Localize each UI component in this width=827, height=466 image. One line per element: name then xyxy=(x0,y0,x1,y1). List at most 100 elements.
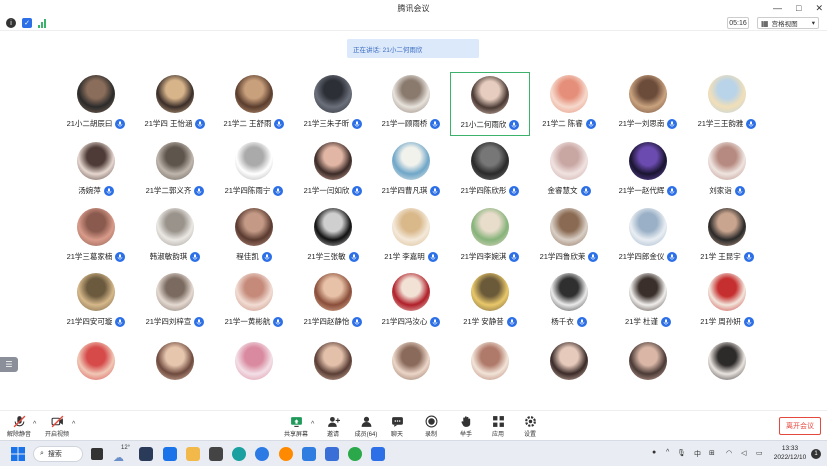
wifi-icon[interactable]: ◠ xyxy=(726,449,732,457)
participant-tile[interactable]: 21学四冯汝心 xyxy=(371,270,451,334)
task-view-icon[interactable] xyxy=(91,448,103,460)
participant-name-row: 刘家诣 xyxy=(687,185,767,196)
input-language[interactable]: 中 xyxy=(694,449,701,459)
invite-button[interactable]: 邀请 xyxy=(316,415,350,441)
music-icon[interactable] xyxy=(279,447,293,461)
meeting-app-icon[interactable] xyxy=(302,447,316,461)
participant-tile[interactable]: 21学 安静昔 xyxy=(450,270,530,334)
tencent-meeting-icon[interactable] xyxy=(371,447,385,461)
participant-tile[interactable] xyxy=(529,339,609,403)
leave-meeting-button[interactable]: 离开会议 xyxy=(779,417,821,435)
notification-badge[interactable]: 1 xyxy=(811,449,821,459)
browser-icon[interactable] xyxy=(255,447,269,461)
participant-tile[interactable]: 21学四曹凡琪 xyxy=(371,139,451,203)
settings-button[interactable]: 设置 xyxy=(513,415,547,441)
app-icon[interactable] xyxy=(325,447,339,461)
participant-name-row: 21学四曹凡琪 xyxy=(371,185,451,196)
chat-button[interactable]: 聊天 xyxy=(380,415,414,441)
volume-icon[interactable]: ◁ xyxy=(741,449,746,457)
participant-tile[interactable]: 21小二胡辰曰 xyxy=(56,72,136,136)
record-button[interactable]: 录制 xyxy=(414,415,448,441)
participant-tile[interactable]: 21学 杜谨 xyxy=(608,270,688,334)
taskbar-search[interactable]: ⌕ 搜索 xyxy=(33,446,83,462)
members-button[interactable]: 成员(64) xyxy=(349,415,383,441)
list-icon: ☰ xyxy=(5,360,13,369)
raise-hand-button[interactable]: 举手 xyxy=(449,415,483,441)
participant-tile[interactable] xyxy=(293,339,373,403)
participant-name: 汤婉萍 xyxy=(78,186,101,195)
participant-tile[interactable]: 21小二何雨欣 xyxy=(450,72,530,136)
participant-tile[interactable]: 21学四安可璇 xyxy=(56,270,136,334)
participant-tile[interactable]: 汤婉萍 xyxy=(56,139,136,203)
avatar xyxy=(77,273,115,311)
share-screen-button[interactable]: 共享屏幕 xyxy=(279,415,313,441)
avatar xyxy=(392,273,430,311)
participant-tile[interactable]: 21学四刘梓宣 xyxy=(135,270,215,334)
participant-tile[interactable]: 21学四鲁欣茉 xyxy=(529,205,609,269)
avatar xyxy=(235,75,273,113)
participant-tile[interactable]: 21学四郎金仪 xyxy=(608,205,688,269)
participant-tile[interactable]: 21学一刘思南 xyxy=(608,72,688,136)
weather-widget[interactable]: ☁ 12° xyxy=(113,445,131,464)
participant-tile[interactable]: 21学二 陈睿 xyxy=(529,72,609,136)
avatar xyxy=(156,208,194,246)
side-panel-toggle[interactable]: ☰ xyxy=(0,357,18,372)
store-icon[interactable] xyxy=(209,447,223,461)
apps-button[interactable]: 应用 xyxy=(481,415,515,441)
share-options-caret[interactable]: ^ xyxy=(311,421,314,428)
participant-tile[interactable]: 21学四赵静怡 xyxy=(293,270,373,334)
participant-tile[interactable]: 21学四陈雨宁 xyxy=(214,139,294,203)
participant-tile[interactable]: 21学三朱子昕 xyxy=(293,72,373,136)
mail-icon[interactable] xyxy=(163,447,177,461)
start-video-button[interactable]: 开启视频 xyxy=(40,415,74,441)
audio-options-caret[interactable]: ^ xyxy=(33,421,36,428)
participant-tile[interactable]: 21学四李婉淇 xyxy=(450,205,530,269)
edge-icon[interactable] xyxy=(232,447,246,461)
participant-name: 杨千衣 xyxy=(551,317,574,326)
participant-tile[interactable] xyxy=(608,339,688,403)
participant-tile[interactable]: 程佳凯 xyxy=(214,205,294,269)
participant-tile[interactable]: 21学二郭义齐 xyxy=(135,139,215,203)
microphone-icon xyxy=(194,185,205,196)
participant-tile[interactable] xyxy=(450,339,530,403)
avatar[interactable]: ● xyxy=(652,449,656,456)
unmute-button[interactable]: 解除静音 xyxy=(2,415,36,441)
participant-name-row: 21学一刘思南 xyxy=(608,118,688,129)
windows-start-icon[interactable] xyxy=(11,447,25,461)
participant-tile[interactable]: 21学 王昆宇 xyxy=(687,205,767,269)
participant-tile[interactable]: 21学一黄彬航 xyxy=(214,270,294,334)
wechat-icon[interactable] xyxy=(348,447,362,461)
participant-tile[interactable]: 刘家诣 xyxy=(687,139,767,203)
participant-tile[interactable] xyxy=(371,339,451,403)
participant-tile[interactable]: 21学三张敏 xyxy=(293,205,373,269)
participant-tile[interactable]: 21学四陈欣彤 xyxy=(450,139,530,203)
participant-tile[interactable]: 21学一赵代辉 xyxy=(608,139,688,203)
folder-icon[interactable] xyxy=(186,447,200,461)
participant-tile[interactable]: 金睿慧文 xyxy=(529,139,609,203)
app-icon[interactable] xyxy=(139,447,153,461)
participant-name: 21学 周孙妍 xyxy=(700,317,741,326)
participant-tile[interactable]: 21学一闫如欣 xyxy=(293,139,373,203)
participant-tile[interactable]: 21学四 王怡涵 xyxy=(135,72,215,136)
participant-tile[interactable]: 杨千衣 xyxy=(529,270,609,334)
participant-tile[interactable]: 21学 李嘉明 xyxy=(371,205,451,269)
participant-tile[interactable] xyxy=(56,339,136,403)
participant-tile[interactable] xyxy=(214,339,294,403)
participant-tile[interactable]: 21学二 王舒雨 xyxy=(214,72,294,136)
video-options-caret[interactable]: ^ xyxy=(72,421,75,428)
participant-name-row: 21学四 王怡涵 xyxy=(135,118,215,129)
participant-tile[interactable] xyxy=(687,339,767,403)
system-clock[interactable]: 13:33 2022/12/10 xyxy=(770,444,810,462)
participant-name: 21学二 陈睿 xyxy=(542,119,583,128)
apps-icon xyxy=(492,416,504,427)
microphone-icon[interactable]: 🎙 xyxy=(677,449,686,457)
participant-tile[interactable]: 21学三葛家楠 xyxy=(56,205,136,269)
chevron-up-icon[interactable]: ^ xyxy=(666,449,669,456)
battery-icon[interactable]: ▭ xyxy=(756,449,763,457)
participant-tile[interactable]: 21学一顾雨桥 xyxy=(371,72,451,136)
participant-tile[interactable]: 21学 周孙妍 xyxy=(687,270,767,334)
participant-tile[interactable]: 韩淑敏韵琪 xyxy=(135,205,215,269)
participant-tile[interactable]: 21学三王韵雅 xyxy=(687,72,767,136)
grid-icon[interactable]: ⊞ xyxy=(709,449,715,457)
participant-tile[interactable] xyxy=(135,339,215,403)
